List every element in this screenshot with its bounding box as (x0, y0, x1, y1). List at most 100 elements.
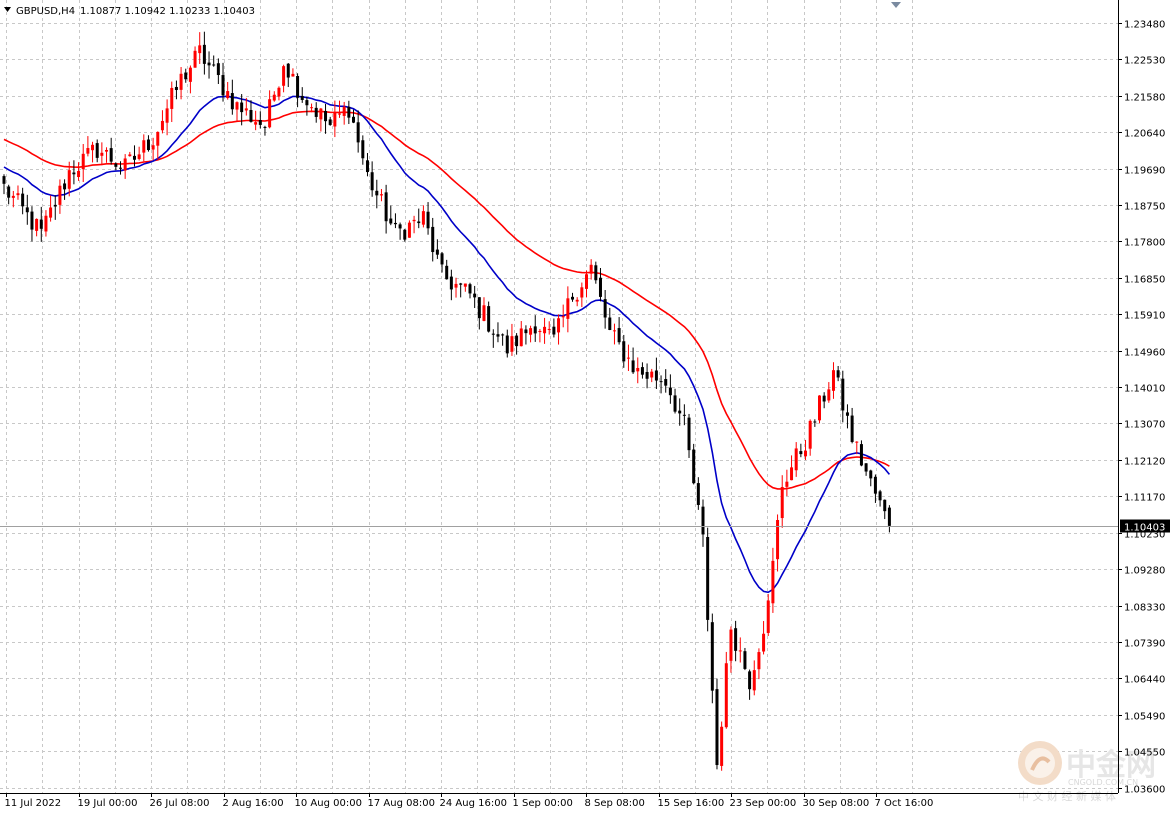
candle-body (468, 284, 472, 294)
x-tick-label: 11 Jul 2022 (5, 798, 62, 809)
candle-body (603, 299, 607, 318)
candle-body (547, 328, 551, 330)
candle-body (529, 328, 533, 335)
candle-body (254, 122, 258, 125)
candle-body (417, 221, 421, 224)
candle-body (682, 414, 686, 416)
candle-body (21, 193, 25, 207)
candle-body (352, 116, 355, 123)
candle-body (631, 360, 635, 373)
candle (487, 301, 491, 333)
candle-body (692, 449, 696, 484)
candle (724, 651, 728, 729)
x-tick-label: 15 Sep 16:00 (658, 798, 725, 809)
y-tick-label: 1.20640 (1124, 129, 1165, 140)
candle-body (128, 154, 132, 157)
candle-body (123, 158, 127, 171)
candle-body (258, 120, 262, 125)
candle-body (207, 62, 211, 66)
y-tick-label: 1.06440 (1124, 675, 1165, 686)
candle-body (72, 172, 76, 175)
y-tick-label: 1.14010 (1124, 384, 1165, 395)
candle-body (384, 192, 388, 222)
candle-body (403, 229, 407, 240)
candle-body (100, 152, 104, 156)
candle-body (342, 106, 346, 116)
candle-body (412, 219, 416, 222)
price-tag-label: 1.10403 (1124, 523, 1165, 534)
candle-body (151, 145, 155, 150)
candle-body (664, 379, 668, 386)
candle (706, 527, 710, 632)
candle-body (585, 274, 588, 289)
candle-body (91, 144, 95, 151)
candle-body (142, 140, 146, 153)
candle-body (324, 110, 328, 122)
candle-body (356, 122, 360, 143)
x-tick-label: 10 Aug 00:00 (295, 798, 362, 809)
candle (818, 395, 821, 424)
candle-body (268, 99, 272, 128)
candle-body (804, 450, 808, 457)
y-tick-label: 1.15910 (1124, 311, 1165, 322)
candle-body (766, 600, 770, 633)
candle-body (16, 193, 20, 196)
candle (692, 443, 696, 485)
candle-body (459, 283, 463, 285)
candle-body (263, 126, 267, 128)
candle-body (463, 283, 467, 287)
y-tick-label: 1.23480 (1124, 20, 1165, 31)
candle-body (370, 172, 374, 191)
candle-body (724, 663, 728, 728)
candle-body (580, 287, 584, 298)
candle-body (188, 67, 192, 82)
candle-body (706, 537, 710, 620)
candle-body (249, 109, 253, 122)
candle-body (496, 334, 500, 337)
candle-body (282, 66, 286, 86)
candle-body (235, 102, 239, 110)
x-tick-label: 30 Sep 08:00 (803, 798, 870, 809)
candle-body (146, 139, 150, 151)
y-tick-label: 1.14960 (1124, 348, 1165, 359)
candle-body (533, 326, 537, 334)
candle-body (109, 148, 113, 162)
candle-body (673, 395, 677, 412)
candle-body (198, 45, 202, 54)
candle-body (822, 395, 826, 402)
candle-body (827, 389, 831, 401)
candle-body (435, 249, 439, 255)
x-tick-label: 17 Aug 08:00 (368, 798, 435, 809)
y-tick-label: 1.16850 (1124, 275, 1165, 286)
y-tick-label: 1.07390 (1124, 639, 1165, 650)
candle-body (515, 335, 519, 347)
x-tick-label: 26 Jul 08:00 (150, 798, 210, 809)
candle-body (813, 421, 817, 423)
candle-body (841, 378, 845, 411)
candle-body (645, 371, 649, 379)
candle-body (244, 108, 248, 111)
candle-body (291, 73, 295, 77)
candle-body (398, 224, 402, 229)
candle-body (379, 194, 383, 196)
candle-body (738, 650, 742, 652)
candlestick-chart[interactable]: 中金网 CNGOLD.COM.CN 中 文 财 经 新 媒 体 1.234801… (0, 0, 1174, 811)
chart-window[interactable]: 中金网 CNGOLD.COM.CN 中 文 财 经 新 媒 体 1.23480 1… (0, 0, 1174, 811)
candle-body (105, 149, 109, 152)
candle-body (338, 113, 342, 115)
y-tick-label: 1.22530 (1124, 56, 1165, 67)
candle-body (654, 370, 658, 381)
candle-body (873, 476, 877, 494)
candle-body (640, 367, 644, 375)
coin-logo-icon (1018, 741, 1062, 785)
candle-body (626, 357, 630, 359)
candle-body (780, 487, 784, 519)
candle-body (170, 87, 174, 109)
candle-body (216, 63, 220, 76)
candle-body (365, 160, 369, 173)
candle-body (119, 167, 122, 169)
candle-body (58, 185, 62, 205)
candle-body (305, 100, 309, 106)
candle-body (729, 629, 733, 661)
y-tick-label: 1.13070 (1124, 420, 1165, 431)
